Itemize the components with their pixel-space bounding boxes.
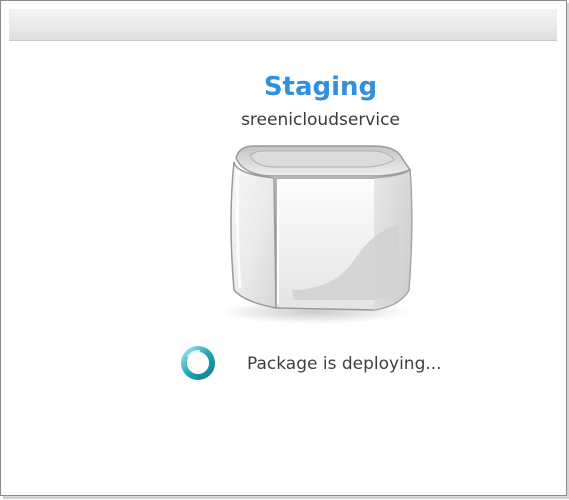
- environment-title: Staging: [263, 72, 378, 102]
- top-toolbar: [9, 9, 557, 41]
- frame-shadow: [3, 496, 569, 499]
- service-name: sreenicloudservice: [241, 110, 400, 130]
- deployment-status-text: Package is deploying...: [247, 354, 442, 374]
- loading-spinner-icon: [181, 346, 215, 380]
- cloud-service-cube-icon: [219, 145, 413, 324]
